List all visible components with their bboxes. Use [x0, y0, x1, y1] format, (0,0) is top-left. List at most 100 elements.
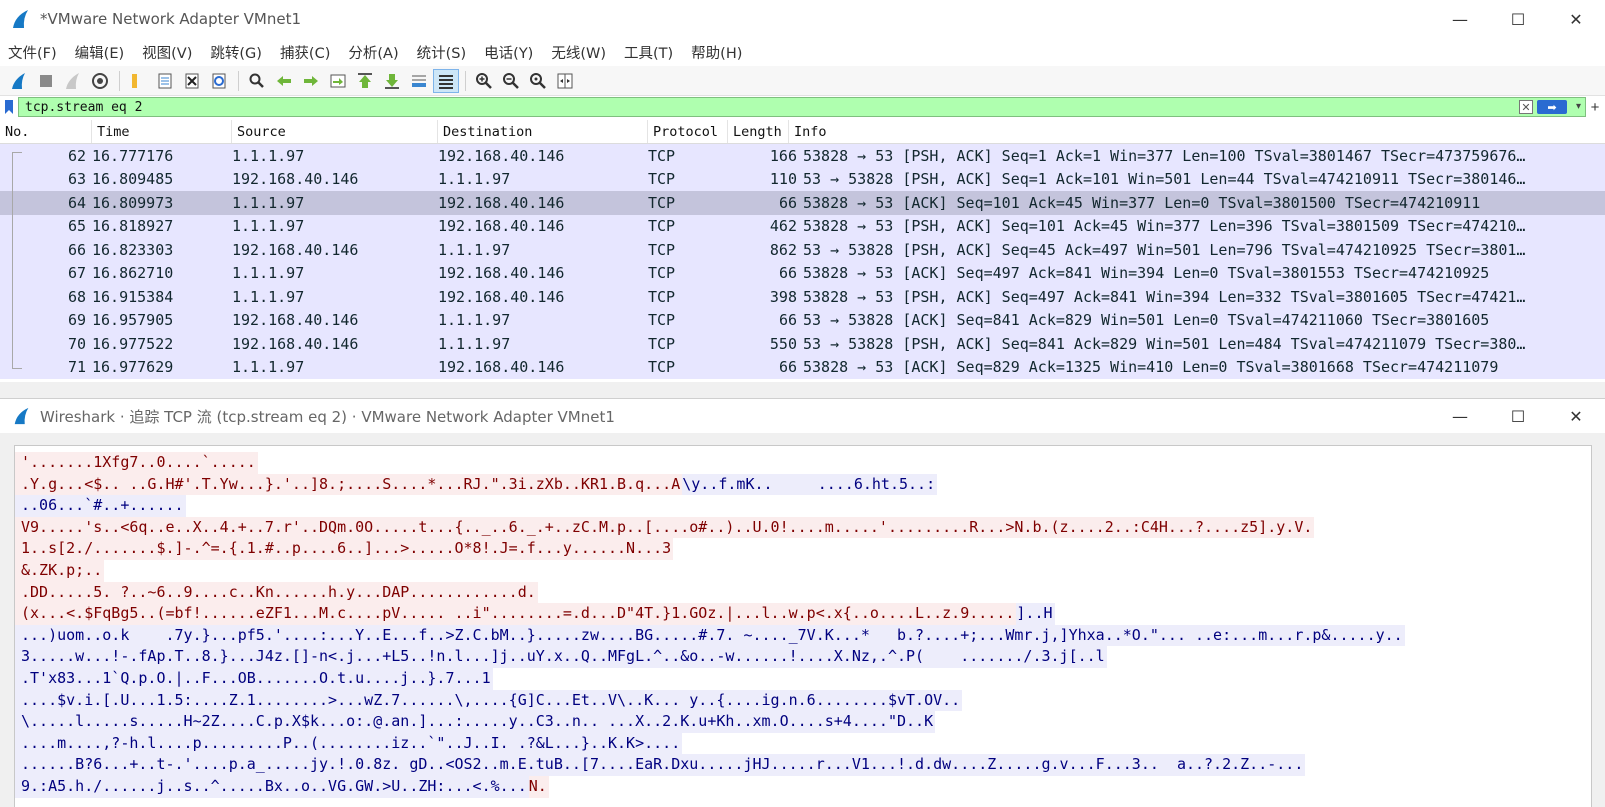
reload-file-icon[interactable] — [206, 69, 232, 93]
packet-source: 1.1.1.97 — [232, 193, 305, 212]
menu-tools[interactable]: 工具(T) — [624, 42, 673, 63]
capture-options-icon[interactable] — [87, 69, 113, 93]
packet-row[interactable]: 69 16.957905 192.168.40.146 1.1.1.97 TCP 66 53… — [0, 308, 1605, 332]
column-header-info[interactable]: Info — [789, 120, 1605, 143]
packet-protocol: TCP — [648, 240, 676, 259]
maximize-button[interactable]: ☐ — [1489, 399, 1547, 433]
packet-row[interactable]: 70 16.977522 192.168.40.146 1.1.1.97 TCP 550 5… — [0, 332, 1605, 356]
toolbar-separator — [119, 70, 120, 91]
zoom-normal-icon[interactable] — [525, 69, 551, 93]
follow-stream-window-controls: — ☐ ✕ — [1431, 399, 1605, 433]
menu-analyze[interactable]: 分析(A) — [348, 42, 398, 63]
packet-info: 53 → 53828 [ACK] Seq=841 Ack=829 Win=501… — [803, 311, 1490, 330]
packet-length: 862 — [769, 240, 797, 259]
go-first-icon[interactable] — [352, 69, 378, 93]
packet-source: 192.168.40.146 — [232, 240, 359, 259]
minimize-button[interactable]: — — [1431, 399, 1489, 433]
clear-filter-icon[interactable]: ✕ — [1519, 100, 1533, 114]
menu-capture[interactable]: 捕获(C) — [280, 42, 330, 63]
zoom-in-icon[interactable] — [471, 69, 497, 93]
apply-filter-icon[interactable]: ➡ — [1537, 100, 1567, 114]
server-stream-line: 9.:A5.h./......j..s..^.....Bx..o..VG.GW.… — [15, 775, 1591, 798]
server-stream-line: 3.....w...!-.fAp.T..8.}...J4z.[]-n<.j...… — [15, 646, 1591, 668]
packet-protocol: TCP — [648, 287, 676, 306]
packet-row[interactable]: 65 16.818927 1.1.1.97 192.168.40.146 TCP 462 5… — [0, 214, 1605, 238]
menu-go[interactable]: 跳转(G) — [210, 42, 262, 63]
stop-capture-icon[interactable] — [33, 69, 59, 93]
packet-row[interactable]: 68 16.915384 1.1.1.97 192.168.40.146 TCP 398 5… — [0, 285, 1605, 309]
packet-destination: 192.168.40.146 — [438, 146, 565, 165]
menu-help[interactable]: 帮助(H) — [691, 42, 742, 63]
filter-history-dropdown-icon[interactable]: ▾ — [1576, 101, 1581, 112]
toolbar-separator — [465, 70, 466, 91]
column-header-time[interactable]: Time — [92, 120, 232, 143]
column-header-source[interactable]: Source — [232, 120, 438, 143]
filter-bookmark-icon[interactable] — [0, 97, 18, 117]
client-stream-line: (x...<.$FqBg5..(=bf!......eZF1...M.c....… — [15, 603, 1591, 625]
packet-info: 53828 → 53 [PSH, ACK] Seq=1 Ack=1 Win=37… — [803, 146, 1526, 165]
packet-row[interactable]: 66 16.823303 192.168.40.146 1.1.1.97 TCP 862 5… — [0, 238, 1605, 262]
filter-expression: tcp.stream eq 2 — [25, 99, 143, 115]
colorize-icon[interactable] — [433, 68, 459, 93]
save-file-icon[interactable] — [152, 69, 178, 93]
packet-row[interactable]: 63 16.809485 192.168.40.146 1.1.1.97 TCP 110 5… — [0, 167, 1605, 191]
add-filter-button-icon[interactable]: + — [1586, 99, 1604, 116]
menu-telephony[interactable]: 电话(Y) — [484, 42, 533, 63]
resize-columns-icon[interactable] — [552, 69, 578, 93]
maximize-button[interactable]: ☐ — [1489, 0, 1547, 38]
stream-text: \.....l.....s.....H~2Z....C.p.X$k...o:.@… — [15, 711, 936, 733]
conversation-bracket-start — [12, 152, 22, 153]
menu-file[interactable]: 文件(F) — [8, 42, 57, 63]
packet-time: 16.818927 — [92, 217, 174, 236]
menu-edit[interactable]: 编辑(E) — [75, 42, 124, 63]
find-packet-icon[interactable] — [244, 69, 270, 93]
close-button[interactable]: ✕ — [1547, 0, 1605, 38]
packet-number: 64 — [67, 193, 86, 212]
display-filter-input[interactable]: tcp.stream eq 2 ✕ ➡ ▾ — [18, 97, 1586, 117]
packet-time: 16.809485 — [92, 170, 174, 189]
packet-source: 1.1.1.97 — [232, 146, 305, 165]
packet-number: 65 — [67, 217, 86, 236]
close-file-icon[interactable] — [179, 69, 205, 93]
go-back-icon[interactable] — [271, 69, 297, 93]
restart-capture-icon[interactable] — [60, 69, 86, 93]
packet-length: 66 — [778, 193, 797, 212]
go-forward-icon[interactable] — [298, 69, 324, 93]
packet-time: 16.809973 — [92, 193, 174, 212]
stream-text: .DD.....5. ?..~6..9....c..Kn......h.y...… — [15, 581, 538, 604]
stream-text-tail: N. — [528, 775, 549, 798]
packet-row[interactable]: 67 16.862710 1.1.1.97 192.168.40.146 TCP 66 53… — [0, 261, 1605, 285]
packet-row[interactable]: 62 16.777176 1.1.1.97 192.168.40.146 TCP 166 5… — [0, 144, 1605, 168]
menu-view[interactable]: 视图(V) — [142, 42, 192, 63]
open-file-icon[interactable] — [125, 69, 151, 93]
menu-wireless[interactable]: 无线(W) — [551, 42, 606, 63]
go-to-packet-icon[interactable] — [325, 69, 351, 93]
packet-number: 69 — [67, 311, 86, 330]
packet-protocol: TCP — [648, 264, 676, 283]
column-header-protocol[interactable]: Protocol — [648, 120, 728, 143]
packet-number: 70 — [67, 334, 86, 353]
stream-content-text[interactable]: '.......1Xfg7..0....`..... .Y.g...<$.. ..… — [14, 445, 1592, 807]
packet-length: 550 — [769, 334, 797, 353]
minimize-button[interactable]: — — [1431, 0, 1489, 38]
packet-destination: 192.168.40.146 — [438, 358, 565, 377]
go-last-icon[interactable] — [379, 69, 405, 93]
zoom-out-icon[interactable] — [498, 69, 524, 93]
packet-source: 1.1.1.97 — [232, 264, 305, 283]
menu-statistics[interactable]: 统计(S) — [417, 42, 467, 63]
column-header-length[interactable]: Length — [728, 120, 789, 143]
start-capture-icon[interactable] — [6, 69, 32, 93]
column-header-destination[interactable]: Destination — [438, 120, 648, 143]
packet-number: 68 — [67, 287, 86, 306]
server-stream-line: ..06...`#..+...... — [15, 495, 1591, 517]
packet-row[interactable]: 71 16.977629 1.1.1.97 192.168.40.146 TCP 66 53… — [0, 355, 1605, 379]
packet-length: 110 — [769, 170, 797, 189]
packet-row[interactable]: 64 16.809973 1.1.1.97 192.168.40.146 TCP 66 53… — [0, 191, 1605, 215]
wireshark-fin-icon — [14, 407, 29, 425]
packet-source: 1.1.1.97 — [232, 358, 305, 377]
close-button[interactable]: ✕ — [1547, 399, 1605, 433]
autoscroll-icon[interactable] — [406, 69, 432, 93]
follow-stream-titlebar: Wireshark · 追踪 TCP 流 (tcp.stream eq 2) ·… — [0, 399, 1605, 433]
packet-time: 16.977629 — [92, 358, 174, 377]
column-header-no[interactable]: No. — [0, 120, 92, 143]
